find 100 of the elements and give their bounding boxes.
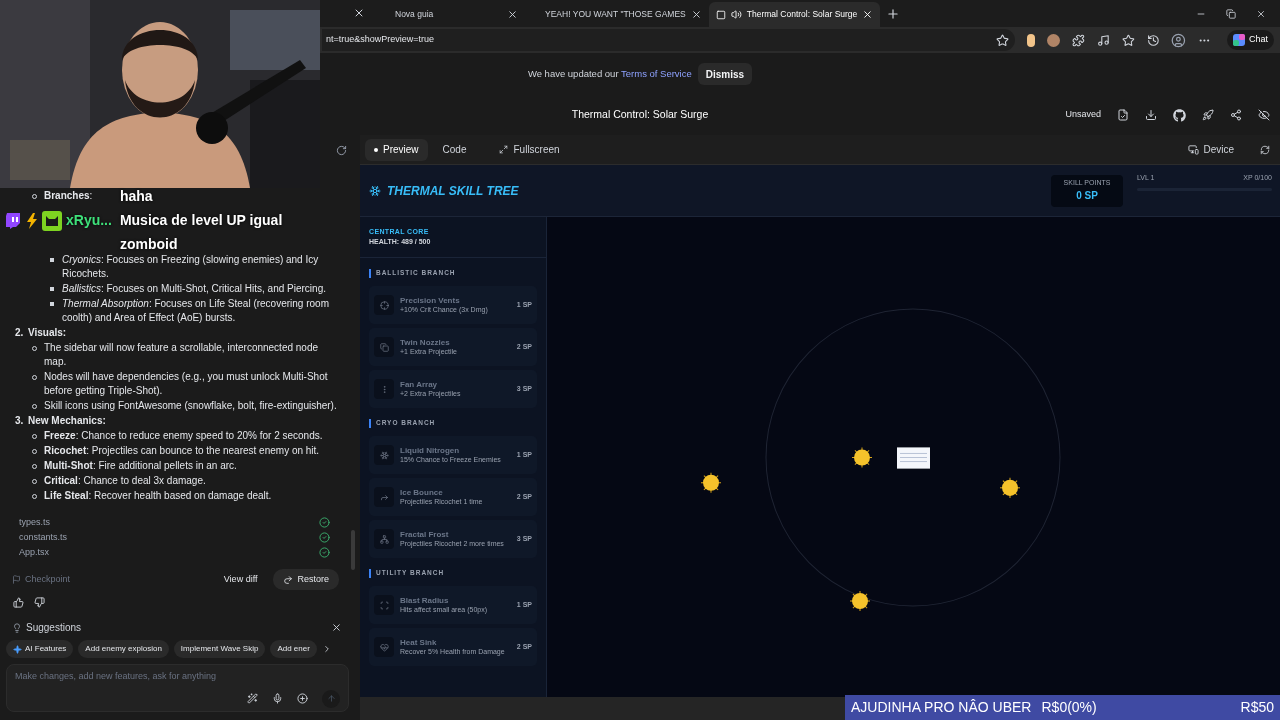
bullet-icon [50, 258, 54, 262]
hide-icon[interactable] [1258, 109, 1270, 121]
github-icon[interactable] [1173, 108, 1186, 122]
close-tab-icon[interactable] [353, 7, 365, 19]
suggestion-chip[interactable]: Add ener [270, 640, 317, 658]
skill-name: Fractal Frost [400, 530, 450, 539]
sparkle-icon [13, 644, 22, 654]
skill-icon [374, 637, 394, 657]
bullet-icon [50, 302, 54, 306]
history-icon[interactable] [1146, 33, 1160, 47]
refresh-icon[interactable] [1260, 144, 1270, 155]
cat-emote-icon [42, 210, 62, 231]
copilot-icon [1232, 34, 1245, 46]
list-text: Multi-Shot: Fire additional pellets in an arc. [44, 459, 237, 473]
profile-icon[interactable] [1171, 32, 1187, 48]
game-title: THERMAL SKILL TREE [387, 182, 520, 200]
platform-icon [4, 211, 22, 230]
checkpoint-label: Checkpoint [25, 572, 72, 586]
media-icon[interactable] [1097, 33, 1110, 47]
close-icon[interactable] [331, 622, 342, 633]
browser-tab[interactable]: Nova guia [375, 2, 525, 27]
skill-name: Precision Vents [400, 296, 461, 305]
fullscreen-button[interactable]: Fullscreen [499, 142, 560, 157]
close-tab-icon[interactable] [862, 9, 874, 20]
list-number: 2. [15, 326, 25, 340]
list-text: Skill icons using FontAwesome (snowflake, bolt, fire-extinguisher). [44, 399, 337, 413]
project-title: Thermal Control: Solar Surge [571, 107, 709, 123]
new-tab-icon[interactable] [886, 7, 901, 21]
favorites-icon[interactable] [1121, 33, 1135, 47]
refresh-icon[interactable] [336, 144, 347, 156]
goal-target: R$50 [1240, 698, 1274, 717]
prompt-field[interactable]: Make changes, add new features, ask for anything [15, 670, 340, 684]
restore-button[interactable]: Restore [273, 569, 339, 590]
magic-wand-icon[interactable] [247, 693, 258, 704]
list-text: Ballistics: Focuses on Multi-Shot, Critical Hits, and Piercing. [62, 282, 326, 296]
list-number: 3. [15, 414, 25, 428]
chat-button[interactable]: Chat [1226, 30, 1274, 50]
list-text: Branches: [44, 189, 93, 203]
list-text: Life Steal: Recover health based on damage dealt. [44, 489, 272, 503]
prompt-box[interactable]: Make changes, add new features, ask for anything [6, 664, 349, 712]
expand-icon [499, 145, 509, 154]
thumbs-down-icon[interactable] [34, 597, 45, 608]
dismiss-button[interactable]: Dismiss [697, 63, 753, 85]
terms-link[interactable]: Terms of Service [621, 67, 692, 79]
suggestion-chip[interactable]: AI Features [6, 640, 74, 658]
browser-tab[interactable]: Thermal Control: Solar Surge [708, 2, 881, 27]
skill-icon [374, 337, 394, 357]
view-diff-button[interactable]: View diff [223, 572, 258, 587]
address-field[interactable]: nt=true&showPreview=true [322, 29, 1015, 51]
sun-drawing [849, 590, 871, 612]
skill-icon [374, 379, 394, 399]
goal-amount: R$0(0%) [1041, 698, 1098, 717]
save-status: Unsaved [1065, 108, 1101, 122]
core-drawing [897, 447, 930, 469]
list-text: Cryonics: Focuses on Freezing (slowing enemies) and Icy Ricochets. [62, 253, 320, 281]
bullet-icon [50, 287, 54, 291]
file-name: constants.ts [19, 530, 68, 544]
favorite-icon[interactable] [995, 33, 1009, 47]
thumbs-up-icon[interactable] [13, 597, 24, 608]
preview-tab[interactable]: Preview [365, 138, 428, 161]
chat-username: xRyu... [66, 211, 112, 230]
device-button[interactable]: Device [1188, 142, 1234, 157]
restore-icon[interactable] [1226, 9, 1236, 19]
skill-name: Blast Radius [400, 596, 450, 605]
flag-icon [12, 575, 21, 584]
add-icon[interactable] [297, 693, 308, 704]
suggestion-chip[interactable]: Add enemy explosion [78, 640, 169, 658]
list-text: The sidebar will now feature a scrollable, interconnected node map. [44, 341, 320, 369]
browser-tab[interactable]: YEAH! YOU WANT "THOSE GAMES [525, 2, 709, 27]
extensions-icon[interactable] [1072, 33, 1085, 47]
rocket-icon[interactable] [1202, 109, 1214, 121]
lightning-badge-icon [26, 212, 38, 229]
list-text: New Mechanics: [28, 414, 106, 428]
arrow-up-icon [326, 694, 336, 703]
lightbulb-icon [12, 622, 22, 633]
list-text: Ricochet: Projectiles can bounce to the nearest enemy on hit. [44, 444, 320, 458]
site-icon [715, 9, 726, 20]
close-tab-icon[interactable] [690, 9, 702, 20]
speaker-icon [730, 9, 742, 20]
skill-name: Heat Sink [400, 638, 438, 647]
download-icon[interactable] [1145, 109, 1157, 121]
share-icon[interactable] [1230, 109, 1242, 121]
skill-icon [374, 445, 394, 465]
skill-name: Twin Nozzles [400, 338, 451, 347]
preview-tab[interactable]: Code [433, 138, 476, 161]
chat-message: Musica de level UP igual zomboid [119, 211, 284, 254]
microphone-icon[interactable] [272, 693, 283, 704]
list-text: Freeze: Chance to reduce enemy speed to 20% for 2 seconds. [44, 429, 323, 443]
list-text: Thermal Absorption: Focuses on Life Steal (recovering room coolth) and Area of Effect (AoE) bursts. [62, 297, 330, 325]
suggestion-chip[interactable]: Implement Wave Skip [173, 640, 266, 658]
notice-text: We have updated our Terms of Service [527, 66, 692, 81]
list-text: Visuals: [28, 326, 67, 340]
extension-icon[interactable] [1047, 33, 1061, 47]
extension-icon[interactable] [1026, 33, 1036, 47]
file-name: types.ts [19, 515, 50, 529]
close-icon[interactable] [1256, 9, 1266, 19]
save-icon[interactable] [1117, 109, 1129, 121]
chat-message: haha [119, 187, 154, 206]
sun-drawing [851, 446, 873, 469]
close-tab-icon[interactable] [507, 9, 518, 20]
